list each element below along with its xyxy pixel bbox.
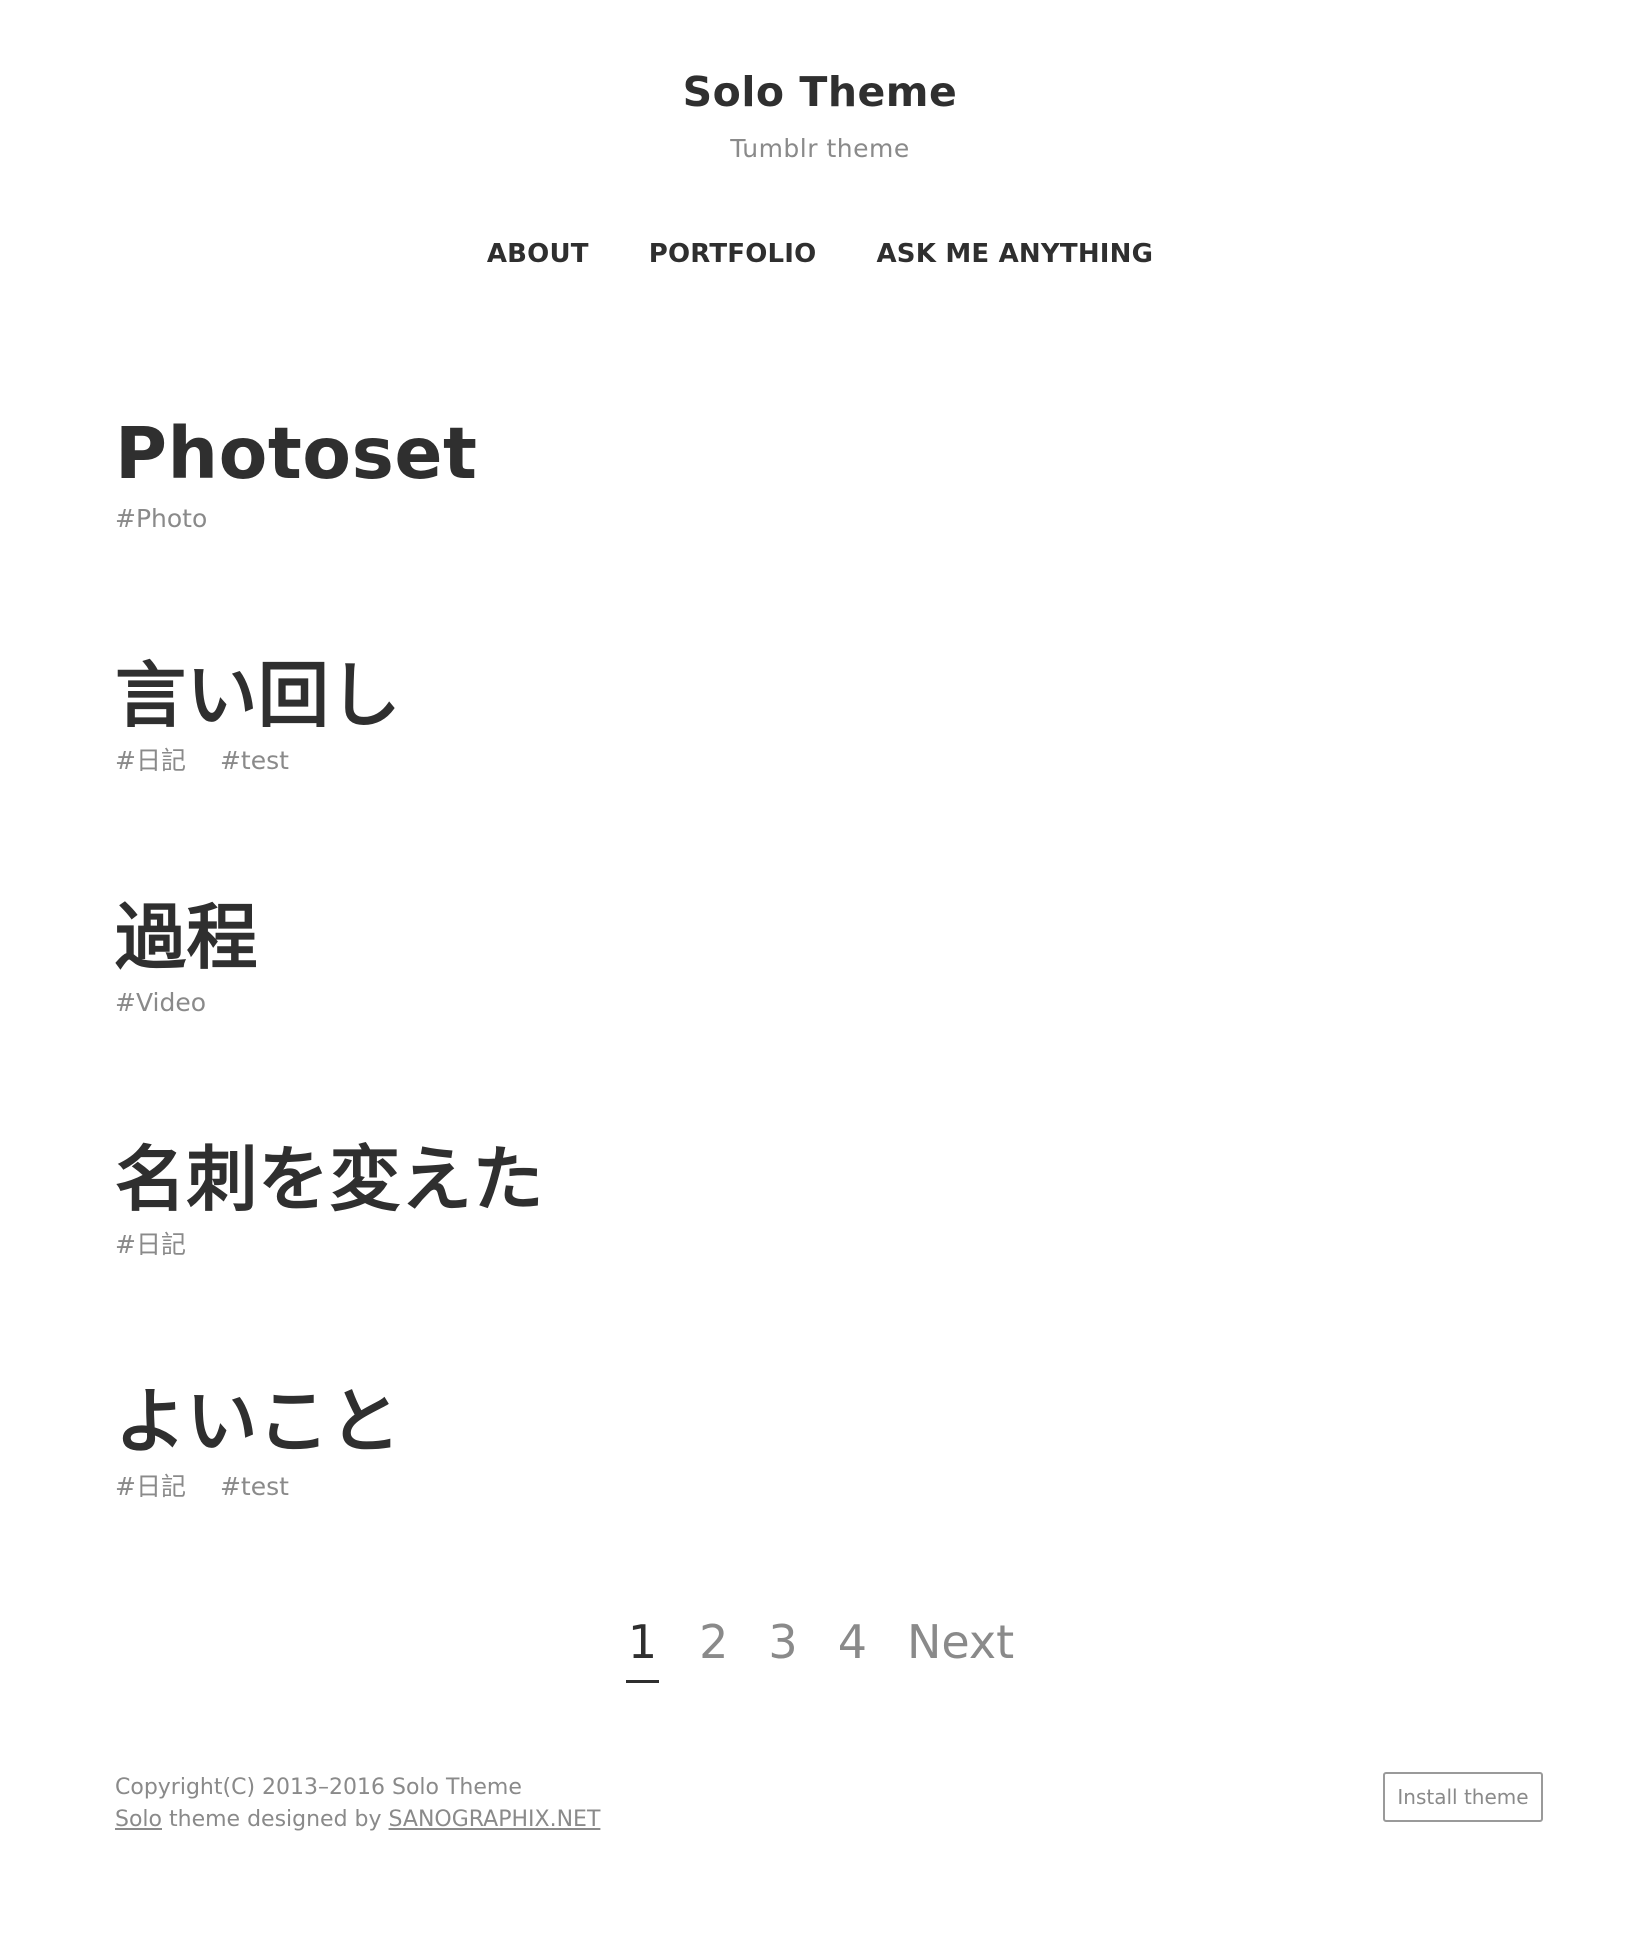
- page-link-4[interactable]: 4: [838, 1612, 867, 1680]
- page-link-2[interactable]: 2: [699, 1612, 728, 1680]
- post-tag[interactable]: #日記: [115, 1228, 186, 1262]
- page-link-3[interactable]: 3: [768, 1612, 797, 1680]
- post-item: Photoset #Photo: [115, 408, 1525, 650]
- post-title[interactable]: 過程: [115, 892, 1525, 984]
- post-tags: #日記 #test: [115, 744, 1525, 778]
- install-theme-button[interactable]: Install theme: [1383, 1772, 1543, 1822]
- post-tag[interactable]: #日記: [115, 744, 186, 778]
- designer-link[interactable]: SANOGRAPHIX.NET: [389, 1807, 601, 1832]
- post-title[interactable]: 名刺を変えた: [115, 1134, 1525, 1226]
- site-description: Tumblr theme: [730, 134, 910, 163]
- post-tags: #日記: [115, 1228, 1525, 1262]
- solo-theme-link[interactable]: Solo: [115, 1807, 162, 1832]
- post-title[interactable]: よいこと: [115, 1376, 1525, 1468]
- post-tag[interactable]: #test: [220, 1470, 289, 1504]
- main-nav: ABOUT PORTFOLIO ASK ME ANYTHING: [0, 236, 1640, 272]
- post-tag[interactable]: #日記: [115, 1470, 186, 1504]
- page-link-1[interactable]: 1: [625, 1612, 660, 1683]
- post-tags: #Photo: [115, 502, 1525, 536]
- post-tags: #Video: [115, 986, 1525, 1020]
- post-title[interactable]: 言い回し: [115, 650, 1525, 742]
- nav-item-portfolio[interactable]: PORTFOLIO: [649, 236, 817, 272]
- copyright-text: Copyright(C) 2013–2016 Solo Theme: [115, 1775, 522, 1800]
- post-item: 過程 #Video: [115, 892, 1525, 1134]
- pagination: 1 2 3 4 Next: [0, 1612, 1640, 1683]
- post-tags: #日記 #test: [115, 1470, 1525, 1504]
- credits-line: Solo theme designed by SANOGRAPHIX.NET: [115, 1804, 1543, 1836]
- nav-item-about[interactable]: ABOUT: [487, 236, 589, 272]
- site-header: Solo Theme Tumblr theme: [0, 64, 1640, 166]
- post-tag[interactable]: #Photo: [115, 502, 207, 536]
- designed-by-text: theme designed by: [169, 1807, 389, 1832]
- site-title[interactable]: Solo Theme: [0, 64, 1640, 120]
- post-item: 名刺を変えた #日記: [115, 1134, 1525, 1376]
- site-footer: Copyright(C) 2013–2016 Solo Theme Solo t…: [115, 1772, 1543, 1836]
- post-tag[interactable]: #test: [220, 744, 289, 778]
- next-page-link[interactable]: Next: [907, 1612, 1014, 1680]
- post-tag[interactable]: #Video: [115, 986, 206, 1020]
- post-item: 言い回し #日記 #test: [115, 650, 1525, 892]
- nav-item-ask-me-anything[interactable]: ASK ME ANYTHING: [876, 236, 1153, 272]
- post-title[interactable]: Photoset: [115, 408, 1525, 500]
- post-list: Photoset #Photo 言い回し #日記 #test 過程 #Video…: [115, 408, 1525, 1618]
- post-item: よいこと #日記 #test: [115, 1376, 1525, 1618]
